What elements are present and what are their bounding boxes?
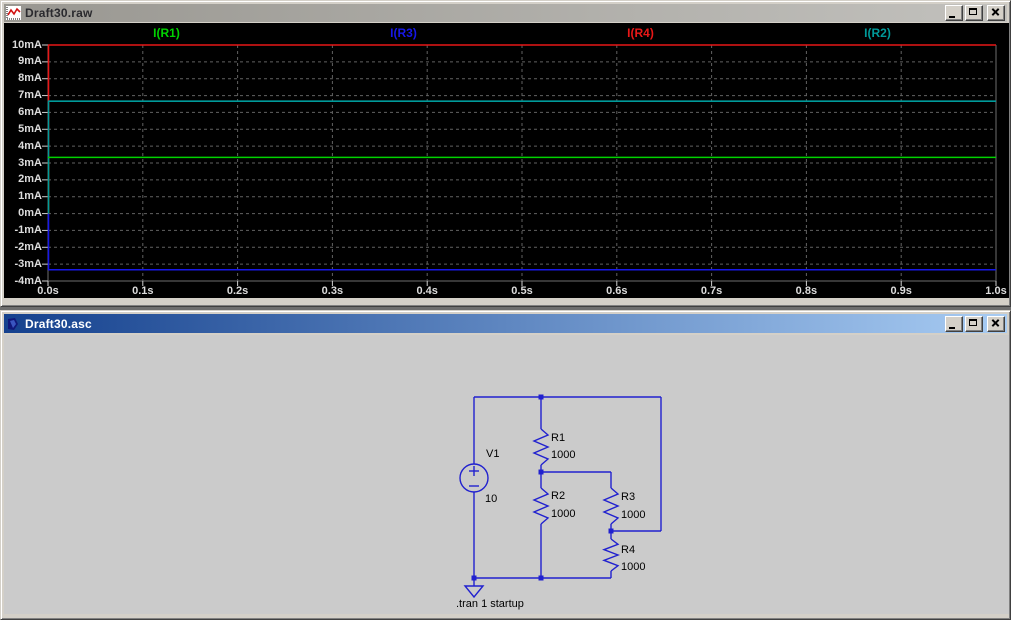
y-axis-tick-label[interactable]: -3mA xyxy=(1,258,42,271)
component-value-label[interactable]: 1000 xyxy=(551,449,575,461)
wire-junction xyxy=(538,469,544,475)
maximize-button[interactable] xyxy=(965,5,983,21)
wire-junction xyxy=(538,575,544,581)
y-axis-tick-label[interactable]: -4mA xyxy=(1,275,42,288)
schematic-window: Draft30.asc V1 10 R1 1000 R2 1000 R3 1000 R4 1000… xyxy=(0,310,1011,620)
x-axis-tick-label[interactable]: 0.0s xyxy=(37,285,58,298)
legend-trace-label[interactable]: I(R4) xyxy=(627,26,654,40)
component-value-label[interactable]: 1000 xyxy=(621,509,645,521)
minimize-button[interactable] xyxy=(945,315,963,332)
y-axis-tick-label[interactable]: -2mA xyxy=(1,241,42,254)
schematic-titlebar[interactable]: Draft30.asc xyxy=(4,314,1007,333)
y-axis-tick-label[interactable]: 9mA xyxy=(1,55,42,68)
component-ref-label[interactable]: R3 xyxy=(621,491,635,503)
x-axis-tick-label[interactable]: 0.5s xyxy=(511,285,532,298)
schematic-icon[interactable] xyxy=(6,317,21,331)
legend-trace-label[interactable]: I(R2) xyxy=(864,26,891,40)
y-axis-tick-label[interactable]: 3mA xyxy=(1,157,42,170)
waveform-icon[interactable] xyxy=(6,6,21,20)
x-axis-tick-label[interactable]: 0.3s xyxy=(322,285,343,298)
waveform-plot[interactable] xyxy=(4,23,1009,298)
y-axis-tick-label[interactable]: 5mA xyxy=(1,123,42,136)
x-axis-tick-label[interactable]: 0.2s xyxy=(227,285,248,298)
component-ref-label[interactable]: R4 xyxy=(621,544,635,556)
x-axis-tick-label[interactable]: 0.7s xyxy=(701,285,722,298)
waveform-window: Draft30.raw 10mA 9mA 8mA 7mA 6mA 5mA 4mA 3mA 2mA… xyxy=(0,0,1011,307)
component-ref-label[interactable]: R1 xyxy=(551,432,565,444)
window-title: Draft30.asc xyxy=(25,316,92,331)
component-value-label[interactable]: 10 xyxy=(485,493,497,505)
y-axis-tick-label[interactable]: 7mA xyxy=(1,89,42,102)
component-value-label[interactable]: 1000 xyxy=(551,508,575,520)
minimize-button[interactable] xyxy=(945,5,963,21)
window-title: Draft30.raw xyxy=(25,6,93,20)
y-axis-tick-label[interactable]: 10mA xyxy=(1,39,42,52)
component-value-label[interactable]: 1000 xyxy=(621,561,645,573)
y-axis-tick-label[interactable]: 4mA xyxy=(1,140,42,153)
y-axis-tick-label[interactable]: 0mA xyxy=(1,207,42,220)
wire-junction xyxy=(471,575,477,581)
spice-directive[interactable]: .tran 1 startup xyxy=(456,598,524,610)
x-axis-tick-label[interactable]: 0.1s xyxy=(132,285,153,298)
close-button[interactable] xyxy=(987,315,1005,332)
component-R1[interactable] xyxy=(532,428,550,466)
wire-junction xyxy=(538,394,544,400)
y-axis-tick-label[interactable]: 8mA xyxy=(1,72,42,85)
component-V1[interactable] xyxy=(459,463,489,493)
wire-junction xyxy=(608,528,614,534)
x-axis-tick-label[interactable]: 0.4s xyxy=(416,285,437,298)
y-axis-tick-label[interactable]: 2mA xyxy=(1,173,42,186)
x-axis-tick-label[interactable]: 0.9s xyxy=(890,285,911,298)
maximize-button[interactable] xyxy=(965,315,983,332)
component-ref-label[interactable]: R2 xyxy=(551,490,565,502)
desktop: { "plot_window": { "title": "Draft30.raw… xyxy=(0,0,1011,620)
component-R2[interactable] xyxy=(532,487,550,525)
schematic-canvas[interactable] xyxy=(4,335,1009,614)
y-axis-tick-label[interactable]: -1mA xyxy=(1,224,42,237)
component-ref-label[interactable]: V1 xyxy=(486,448,499,460)
legend-trace-label[interactable]: I(R3) xyxy=(390,26,417,40)
y-axis-tick-label[interactable]: 6mA xyxy=(1,106,42,119)
x-axis-tick-label[interactable]: 0.6s xyxy=(606,285,627,298)
y-axis-tick-label[interactable]: 1mA xyxy=(1,190,42,203)
x-axis-tick-label[interactable]: 0.8s xyxy=(796,285,817,298)
component-R3[interactable] xyxy=(602,487,620,525)
waveform-titlebar[interactable]: Draft30.raw xyxy=(4,4,1007,22)
ground-symbol[interactable] xyxy=(463,585,485,599)
component-R4[interactable] xyxy=(602,538,620,572)
x-axis-tick-label[interactable]: 1.0s xyxy=(985,285,1006,298)
close-button[interactable] xyxy=(987,5,1005,21)
legend-trace-label[interactable]: I(R1) xyxy=(153,26,180,40)
